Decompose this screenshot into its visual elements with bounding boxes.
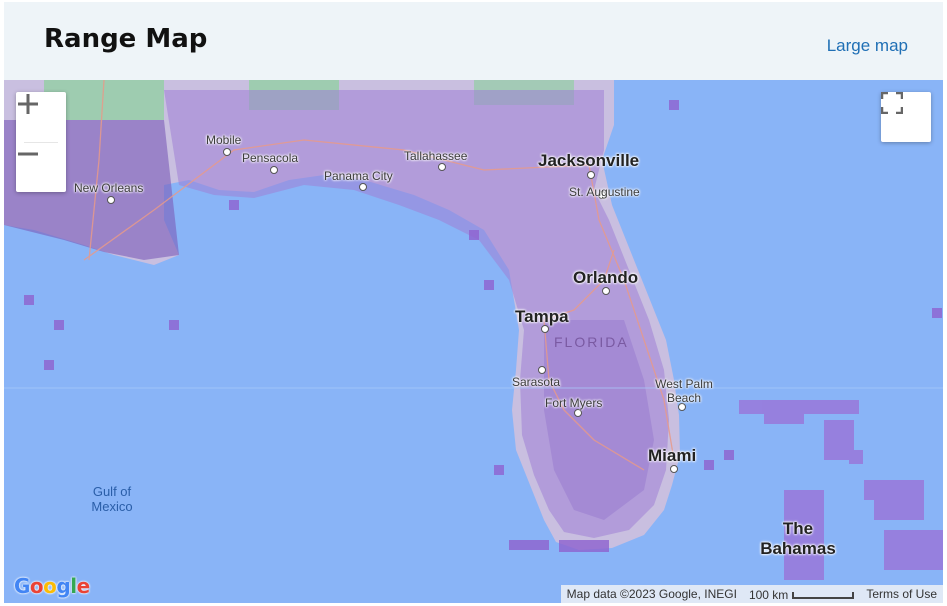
map-scale[interactable]: 100 km — [743, 585, 860, 603]
fullscreen-icon — [881, 92, 903, 114]
google-logo[interactable]: Google — [14, 574, 90, 598]
map-canvas[interactable]: Jacksonville St. Augustine Orlando Tampa… — [4, 80, 943, 603]
mobile-marker — [223, 148, 231, 156]
miami-marker — [670, 465, 678, 473]
city-label-jacksonville: Jacksonville — [538, 151, 640, 170]
city-label-pensacola: Pensacola — [242, 151, 299, 165]
city-label-fort-myers: Fort Myers — [545, 396, 603, 410]
city-label-st-augustine: St. Augustine — [569, 185, 640, 199]
fort-myers-marker — [574, 409, 582, 417]
panama-city-marker — [359, 183, 367, 191]
new-orleans-marker — [107, 196, 115, 204]
city-label-sarasota: Sarasota — [512, 375, 561, 389]
map-attribution-bar: Map data ©2023 Google, INEGI 100 km Term… — [560, 585, 943, 603]
city-label-orlando: Orlando — [573, 268, 639, 287]
city-label-miami: Miami — [648, 446, 697, 465]
plus-icon — [18, 94, 38, 114]
large-map-link[interactable]: Large map — [827, 36, 908, 56]
tallahassee-marker — [438, 163, 446, 171]
range-map-title: Range Map — [44, 24, 208, 54]
orlando-marker — [602, 287, 610, 295]
terms-of-use-link[interactable]: Terms of Use — [860, 585, 943, 603]
zoom-out-button[interactable] — [16, 142, 66, 192]
city-label-mobile: Mobile — [206, 133, 242, 147]
city-label-the-bahamas: The Bahamas — [760, 519, 836, 558]
range-map-header: Range Map Large map — [4, 2, 943, 80]
water-label-gulf-of-mexico: Gulf of Mexico — [91, 484, 133, 514]
zoom-control — [16, 92, 66, 192]
city-label-west-palm-beach: West Palm Beach — [655, 377, 713, 405]
sarasota-marker — [538, 366, 546, 374]
map-data-attribution[interactable]: Map data ©2023 Google, INEGI — [561, 585, 743, 603]
fullscreen-button[interactable] — [881, 92, 931, 142]
region-label-florida: FLORIDA — [554, 334, 629, 350]
scale-label: 100 km — [748, 588, 789, 602]
zoom-in-button[interactable] — [16, 92, 66, 142]
city-label-panama-city: Panama City — [324, 169, 393, 183]
city-label-new-orleans: New Orleans — [74, 181, 144, 195]
scale-bar — [792, 591, 855, 599]
city-label-tallahassee: Tallahassee — [404, 149, 468, 163]
jacksonville-marker — [587, 171, 595, 179]
city-label-tampa: Tampa — [515, 307, 569, 326]
minus-icon — [18, 152, 38, 156]
pensacola-marker — [270, 166, 278, 174]
